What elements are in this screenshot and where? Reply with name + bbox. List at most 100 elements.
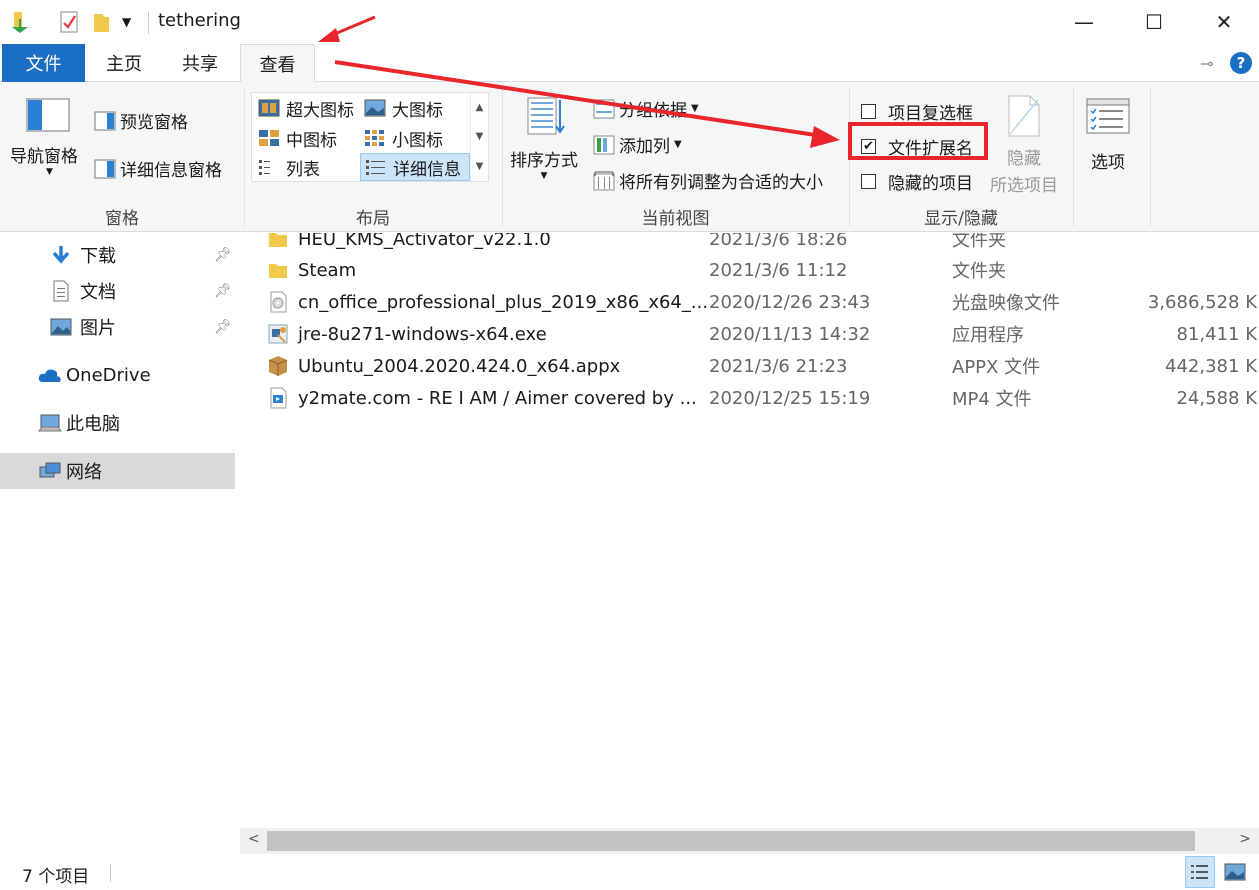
add-columns-dropdown-icon: ▼ bbox=[674, 139, 682, 150]
item-checkboxes-checkbox[interactable] bbox=[861, 104, 876, 119]
file-row[interactable]: Ubuntu_2004.2020.424.0_x64.appx 2021/3/6… bbox=[240, 350, 1259, 382]
highlight-box bbox=[848, 122, 988, 160]
nav-item-network[interactable]: 网络 bbox=[0, 453, 235, 489]
file-list: HEU_KMS_Activator_v22.1.0 2021/3/6 18:26… bbox=[240, 233, 1259, 828]
scroll-up-icon[interactable]: ▲ bbox=[476, 102, 484, 113]
layout-details[interactable]: 详细信息 bbox=[360, 153, 470, 181]
pin-icon[interactable]: 📌︎ bbox=[214, 247, 232, 263]
layout-list[interactable]: 列表 bbox=[254, 153, 358, 181]
file-type: APPX 文件 bbox=[952, 357, 1041, 378]
large-icons-view-button[interactable] bbox=[1220, 856, 1250, 888]
group-separator bbox=[1073, 88, 1074, 226]
sort-by-label: 排序方式 bbox=[510, 151, 578, 171]
layout-medium-icons[interactable]: 中图标 bbox=[254, 124, 358, 152]
close-button[interactable]: ✕ bbox=[1189, 0, 1259, 44]
layout-extra-large-icons[interactable]: 超大图标 bbox=[254, 94, 358, 122]
hidden-items-toggle[interactable]: 隐藏的项目 bbox=[861, 169, 973, 194]
maximize-button[interactable]: ☐ bbox=[1119, 0, 1189, 44]
folder-icon bbox=[269, 233, 287, 247]
ribbon-tabs: 文件 主页 共享 查看 ⊸ ? bbox=[0, 44, 1259, 83]
options-button[interactable]: 选项 bbox=[1086, 98, 1130, 173]
file-row[interactable]: cn_office_professional_plus_2019_x86_x64… bbox=[240, 286, 1259, 318]
nav-item-this-pc[interactable]: 此电脑 bbox=[0, 405, 235, 441]
layout-small-icons[interactable]: 小图标 bbox=[360, 124, 470, 152]
fit-columns-button[interactable]: 将所有列调整为合适的大小 bbox=[593, 168, 823, 193]
pin-ribbon-icon[interactable]: ⊸ bbox=[1200, 54, 1213, 73]
new-folder-icon[interactable] bbox=[90, 10, 112, 34]
nav-item-label: 下载 bbox=[80, 246, 116, 267]
scroll-right-icon[interactable]: > bbox=[1239, 831, 1251, 847]
file-type: 文件夹 bbox=[952, 261, 1006, 282]
tab-file[interactable]: 文件 bbox=[2, 44, 85, 82]
layout-gallery-scroller[interactable]: ▲ ▼ ▼ bbox=[470, 93, 488, 181]
details-pane-icon bbox=[94, 159, 116, 178]
details-pane-button[interactable]: 详细信息窗格 bbox=[94, 156, 222, 181]
tab-share[interactable]: 共享 bbox=[169, 44, 231, 82]
file-row[interactable]: HEU_KMS_Activator_v22.1.0 2021/3/6 18:26… bbox=[240, 233, 1259, 255]
nav-pane-dropdown-icon: ▼ bbox=[46, 167, 53, 177]
list-view-icon bbox=[259, 160, 270, 175]
layout-gallery: 超大图标 大图标 中图标 小图标 列表 详细信息 ▲ ▼ ▼ bbox=[251, 92, 489, 182]
scroll-down-icon[interactable]: ▼ bbox=[476, 131, 484, 142]
installer-icon bbox=[268, 324, 288, 344]
nav-item-downloads[interactable]: 下载 📌︎ bbox=[0, 237, 235, 273]
preview-pane-button[interactable]: 预览窗格 bbox=[94, 108, 188, 133]
nav-item-onedrive[interactable]: OneDrive bbox=[0, 357, 235, 393]
file-row[interactable]: y2mate.com - RE I AM / Aimer covered by … bbox=[240, 382, 1259, 414]
sort-by-button[interactable]: 排序方式 ▼ bbox=[510, 96, 578, 181]
layout-large-icons[interactable]: 大图标 bbox=[360, 94, 470, 122]
details-view-button[interactable] bbox=[1185, 856, 1215, 888]
title-bar: ▼ tethering — ☐ ✕ bbox=[0, 0, 1259, 44]
group-label-layout: 布局 bbox=[356, 209, 390, 229]
hidden-items-checkbox[interactable] bbox=[861, 174, 876, 189]
group-by-dropdown-icon: ▼ bbox=[691, 103, 699, 114]
item-checkboxes-toggle[interactable]: 项目复选框 bbox=[861, 99, 973, 124]
fit-columns-icon bbox=[593, 171, 615, 190]
nav-item-pictures[interactable]: 图片 📌︎ bbox=[0, 309, 235, 345]
file-date: 2021/3/6 21:23 bbox=[709, 355, 848, 377]
disc-image-icon bbox=[270, 291, 287, 313]
customize-toolbar-chevron-icon[interactable]: ▼ bbox=[122, 15, 131, 29]
tab-home[interactable]: 主页 bbox=[93, 44, 155, 82]
item-checkboxes-label: 项目复选框 bbox=[888, 104, 973, 124]
properties-icon[interactable] bbox=[58, 10, 80, 34]
hide-selected-items-button[interactable]: 隐藏 所选项目 bbox=[988, 94, 1060, 196]
file-type: 光盘映像文件 bbox=[952, 293, 1060, 314]
group-separator bbox=[1150, 88, 1151, 226]
file-date: 2020/12/26 23:43 bbox=[709, 291, 871, 313]
file-date: 2020/11/13 14:32 bbox=[709, 323, 871, 345]
file-date: 2021/3/6 18:26 bbox=[709, 233, 848, 250]
status-bar: 7 个项目 bbox=[0, 854, 1259, 890]
minimize-button[interactable]: — bbox=[1049, 0, 1119, 44]
nav-pane-button[interactable]: 导航窗格 ▼ bbox=[10, 98, 78, 177]
group-by-button[interactable]: 分组依据 ▼ bbox=[593, 96, 699, 121]
pin-icon[interactable]: 📌︎ bbox=[214, 319, 232, 335]
status-separator bbox=[110, 864, 111, 882]
expand-gallery-icon[interactable]: ▼ bbox=[476, 161, 484, 172]
file-type: 文件夹 bbox=[952, 233, 1006, 251]
sort-by-dropdown-icon: ▼ bbox=[540, 171, 548, 181]
pin-icon[interactable]: 📌︎ bbox=[214, 283, 232, 299]
horizontal-scrollbar[interactable]: < > bbox=[240, 828, 1259, 854]
layout-item-label: 大图标 bbox=[392, 100, 443, 121]
file-row[interactable]: jre-8u271-windows-x64.exe 2020/11/13 14:… bbox=[240, 318, 1259, 350]
layout-item-label: 超大图标 bbox=[286, 100, 354, 121]
tab-view[interactable]: 查看 bbox=[240, 44, 315, 83]
explorer-app-icon[interactable] bbox=[8, 9, 32, 35]
group-label-panes: 窗格 bbox=[105, 209, 139, 229]
help-icon[interactable]: ? bbox=[1230, 52, 1252, 74]
nav-item-label: 图片 bbox=[80, 318, 116, 339]
document-icon bbox=[53, 280, 69, 302]
hidden-items-label: 隐藏的项目 bbox=[888, 174, 973, 194]
file-name: y2mate.com - RE I AM / Aimer covered by … bbox=[298, 387, 697, 409]
file-name: jre-8u271-windows-x64.exe bbox=[298, 323, 547, 345]
scrollbar-thumb[interactable] bbox=[267, 831, 1195, 851]
scroll-left-icon[interactable]: < bbox=[248, 831, 260, 847]
add-columns-button[interactable]: 添加列 ▼ bbox=[593, 132, 682, 157]
file-row[interactable]: Steam 2021/3/6 11:12 文件夹 bbox=[240, 254, 1259, 286]
nav-item-label: 此电脑 bbox=[66, 414, 120, 435]
nav-item-documents[interactable]: 文档 📌︎ bbox=[0, 273, 235, 309]
item-count: 7 个项目 bbox=[22, 867, 90, 887]
details-pane-label: 详细信息窗格 bbox=[120, 161, 222, 181]
add-columns-icon bbox=[593, 135, 615, 154]
